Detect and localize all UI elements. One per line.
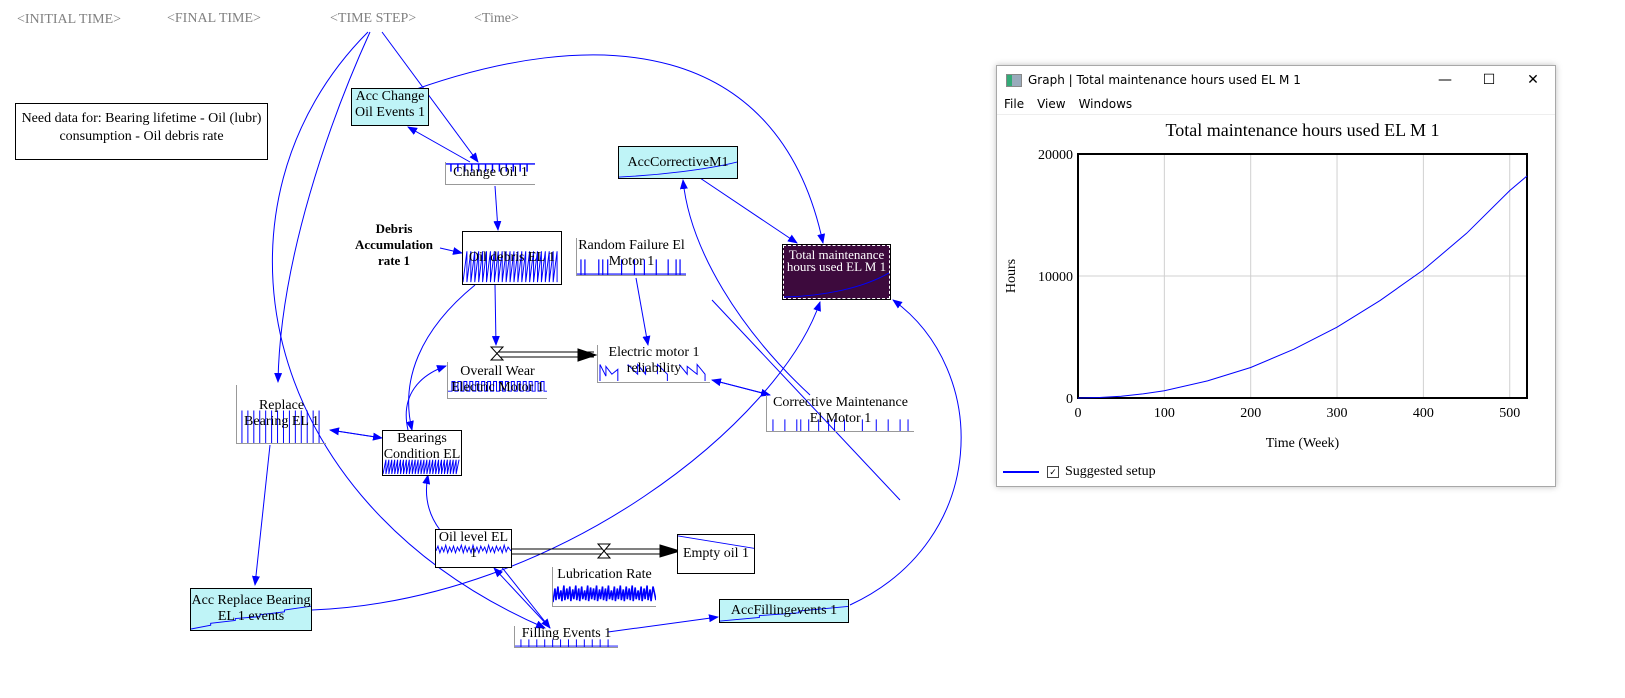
legend-checkbox[interactable]: ✓ bbox=[1047, 466, 1059, 478]
shadow-initial-time[interactable]: <INITIAL TIME> bbox=[17, 12, 121, 28]
link-oildebris-bearings bbox=[406, 284, 476, 431]
link-accchange-total bbox=[399, 54, 826, 244]
link-accfilling-total bbox=[849, 299, 962, 606]
series-line bbox=[1077, 175, 1528, 399]
acc-replace-bearing-events[interactable]: Acc Replace Bearing EL 1 events bbox=[190, 588, 312, 631]
acc-filling-events-label: AccFillingevents 1 bbox=[730, 603, 838, 618]
app-icon bbox=[1006, 73, 1022, 87]
x-tick-label: 0 bbox=[1075, 406, 1082, 421]
link-accorrective-total bbox=[699, 177, 798, 244]
link-bearings-replace bbox=[329, 427, 383, 439]
shadow-time[interactable]: <Time> bbox=[474, 11, 519, 27]
oil-debris-stock[interactable]: Oil debris EL 1 bbox=[462, 231, 562, 285]
oil-debris-label: Oil debris EL 1 bbox=[468, 250, 556, 265]
overall-wear-label: Overall Wear Electric Motor 1 bbox=[451, 364, 544, 395]
chart-legend: ✓ Suggested setup bbox=[1003, 464, 1156, 480]
menu-windows[interactable]: Windows bbox=[1079, 97, 1133, 111]
filling-events[interactable]: Filling Events 1 bbox=[514, 626, 618, 648]
x-tick-label: 400 bbox=[1413, 406, 1434, 421]
chart-title: Total maintenance hours used EL M 1 bbox=[1166, 120, 1440, 140]
link-changeoil-accchange bbox=[407, 126, 471, 163]
y-tick-label: 0 bbox=[1066, 392, 1073, 407]
lubrication-rate-label: Lubrication Rate bbox=[557, 567, 652, 582]
line-chart: Total maintenance hours used EL M 1 0 100 2… bbox=[1004, 120, 1528, 451]
y-tick-label: 20000 bbox=[1038, 148, 1073, 163]
x-tick-label: 100 bbox=[1154, 406, 1175, 421]
graph-window[interactable]: Graph | Total maintenance hours used EL … bbox=[996, 65, 1556, 487]
lubrication-rate[interactable]: Lubrication Rate bbox=[552, 567, 656, 607]
graph-window-title: Graph | Total maintenance hours used EL … bbox=[1028, 73, 1301, 87]
debris-accumulation-rate-label: Debris Accumulation rate 1 bbox=[355, 221, 433, 268]
minimize-button[interactable]: — bbox=[1423, 72, 1467, 88]
oil-level-stock[interactable]: Oil level EL 1 bbox=[435, 529, 512, 568]
link-filling-oillevel bbox=[493, 567, 551, 629]
shadow-time-step[interactable]: <TIME STEP> bbox=[330, 11, 416, 27]
bearings-condition-stock[interactable]: Bearings Condition EL bbox=[382, 430, 462, 476]
legend-line-swatch bbox=[1003, 471, 1039, 473]
replace-bearing[interactable]: Replace Bearing EL 1 bbox=[236, 385, 326, 444]
shadow-final-time[interactable]: <FINAL TIME> bbox=[167, 11, 261, 27]
debris-accumulation-rate[interactable]: Debris Accumulation rate 1 bbox=[352, 221, 436, 271]
x-tick-label: 500 bbox=[1499, 406, 1520, 421]
y-axis-label: Hours bbox=[1004, 259, 1019, 293]
total-maintenance-hours[interactable]: Total maintenance hours used EL M 1 bbox=[782, 244, 891, 300]
empty-oil-stock[interactable]: Empty oil 1 bbox=[677, 534, 755, 574]
graph-window-titlebar[interactable]: Graph | Total maintenance hours used EL … bbox=[997, 66, 1555, 94]
y-tick-label: 10000 bbox=[1038, 270, 1073, 285]
change-oil-label: Change Oil 1 bbox=[453, 165, 528, 180]
menu-view[interactable]: View bbox=[1037, 97, 1065, 111]
x-tick-label: 300 bbox=[1327, 406, 1348, 421]
acc-corrective-label: AccCorrectiveM1 bbox=[627, 155, 729, 170]
change-oil[interactable]: Change Oil 1 bbox=[445, 162, 535, 185]
electric-motor-reliability[interactable]: Electric motor 1 reliability bbox=[597, 345, 710, 383]
total-maintenance-hours-label: Total maintenance hours used EL M 1 bbox=[786, 247, 887, 274]
acc-corrective[interactable]: AccCorrectiveM1 bbox=[618, 146, 738, 179]
legend-label: Suggested setup bbox=[1065, 464, 1156, 479]
link-replace-accreplace bbox=[251, 444, 271, 586]
menu-bar: File View Windows bbox=[997, 94, 1555, 115]
corrective-maintenance[interactable]: Corrective Maintenance El Motor 1 bbox=[766, 395, 914, 432]
close-button[interactable]: ✕ bbox=[1511, 72, 1555, 88]
overall-wear[interactable]: Overall Wear Electric Motor 1 bbox=[447, 362, 547, 399]
menu-file[interactable]: File bbox=[1004, 97, 1024, 111]
x-axis-label: Time (Week) bbox=[1266, 436, 1340, 451]
acc-filling-events[interactable]: AccFillingevents 1 bbox=[719, 599, 849, 623]
random-failure[interactable]: Random Failure El Motor 1 bbox=[576, 238, 686, 276]
link-oillevel-bearings bbox=[422, 474, 441, 531]
link-corrective-reliability bbox=[711, 378, 771, 396]
flow-overall-wear bbox=[489, 346, 598, 362]
link-oildebris-wear bbox=[491, 284, 500, 346]
x-tick-label: 200 bbox=[1240, 406, 1261, 421]
note-box[interactable]: Need data for: Bearing lifetime - Oil (l… bbox=[15, 103, 268, 160]
acc-change-oil-events[interactable]: Acc Change Oil Events 1 bbox=[351, 88, 429, 126]
link-changeoil-oildebris bbox=[493, 185, 502, 231]
link-timestep-accreplacebearing bbox=[274, 31, 371, 383]
empty-oil-label: Empty oil 1 bbox=[682, 546, 750, 561]
maximize-button[interactable]: ☐ bbox=[1467, 72, 1511, 88]
link-debris-oildebris bbox=[439, 247, 463, 255]
acc-change-oil-events-label: Acc Change Oil Events 1 bbox=[355, 89, 425, 120]
link-filling-accfilling bbox=[607, 614, 719, 633]
filling-events-label: Filling Events 1 bbox=[521, 626, 612, 641]
link-random-reliability bbox=[635, 277, 651, 346]
